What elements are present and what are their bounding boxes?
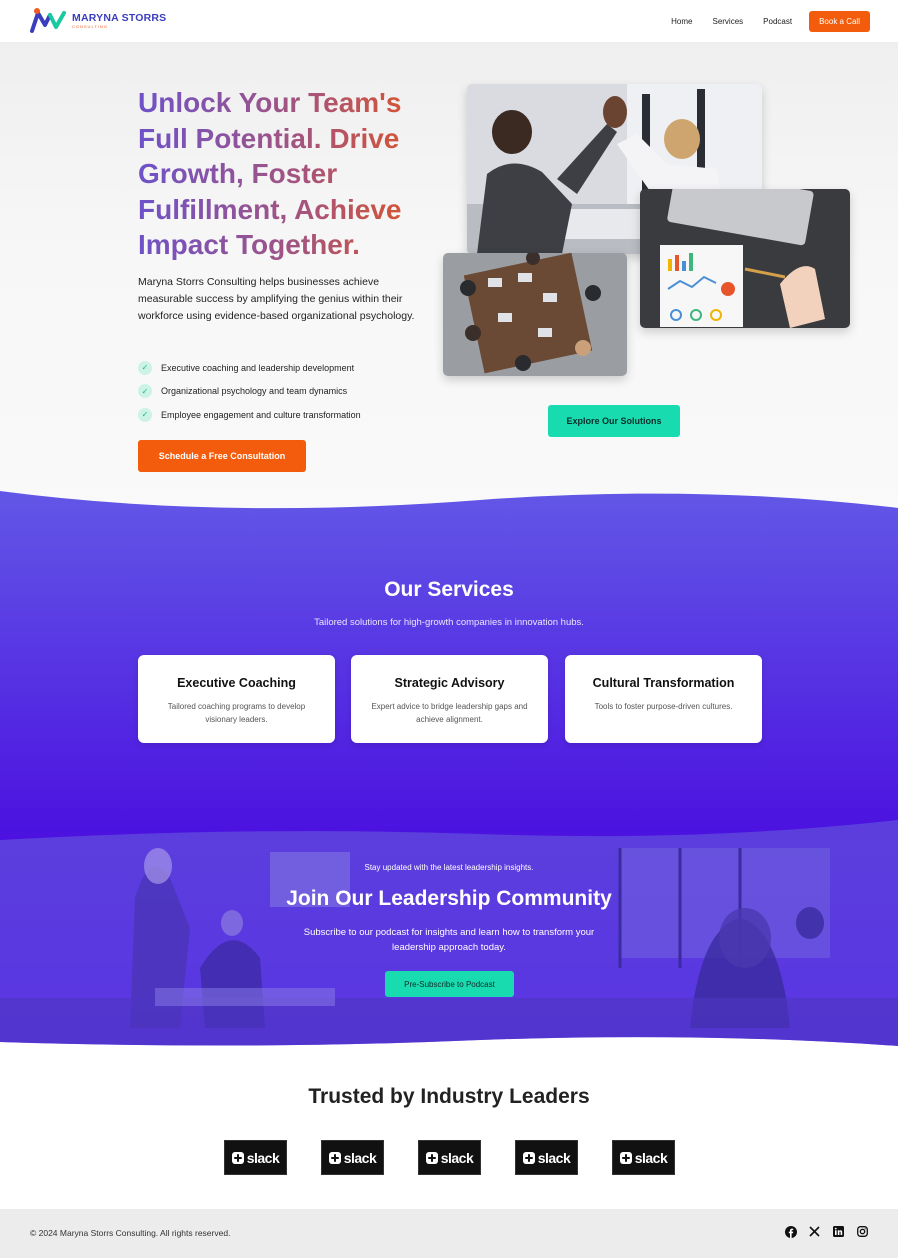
service-card-text: Tools to foster purpose-driven cultures. (594, 702, 733, 711)
feature-label: Organizational psychology and team dynam… (161, 386, 348, 397)
slack-logo: slack (515, 1140, 578, 1175)
partner-logos: slack slack slack slack slack (224, 1140, 675, 1175)
book-a-call-button[interactable]: Book a Call (809, 11, 870, 32)
community-section: Stay updated with the latest leadership … (0, 818, 898, 1048)
slack-icon (425, 1151, 438, 1164)
service-card-title: Cultural Transformation (592, 676, 735, 690)
service-card-text: Expert advice to bridge leadership gaps … (371, 702, 528, 724)
social-links (784, 1225, 869, 1238)
service-card-strategic-advisory[interactable]: Strategic Advisory Expert advice to brid… (351, 655, 548, 743)
logo-mark-icon (30, 8, 66, 33)
slack-wordmark: slack (343, 1149, 377, 1166)
feature-label: Executive coaching and leadership develo… (161, 362, 355, 373)
feature-list: ✓ Executive coaching and leadership devel… (138, 356, 361, 427)
facebook-icon[interactable] (784, 1225, 797, 1238)
service-card-text: Tailored coaching programs to develop vi… (167, 702, 306, 724)
service-card-cultural-transformation[interactable]: Cultural Transformation Tools to foster … (565, 655, 762, 743)
check-icon: ✓ (138, 384, 152, 399)
linkedin-icon[interactable] (832, 1225, 845, 1238)
feature-item: ✓ Organizational psychology and team dyna… (138, 380, 361, 404)
services-title: Our Services (384, 578, 514, 601)
slack-icon (231, 1151, 244, 1164)
community-title: Join Our Leadership Community (286, 887, 612, 910)
site-footer: © 2024 Maryna Storrs Consulting. All rig… (0, 1209, 898, 1258)
slack-wordmark: slack (634, 1149, 668, 1166)
hero-photo-meeting-table (443, 253, 627, 376)
nav-link-podcast[interactable]: Podcast (763, 17, 792, 26)
nav-link-services[interactable]: Services (712, 17, 743, 26)
x-icon[interactable] (808, 1225, 821, 1238)
slack-wordmark: slack (537, 1149, 571, 1166)
main-nav: Home Services Podcast Book a Call (651, 11, 870, 32)
hero-section: Unlock Your Team's Full Potential. Drive… (0, 43, 898, 563)
slack-wordmark: slack (440, 1149, 474, 1166)
services-subtitle: Tailored solutions for high-growth compa… (314, 617, 584, 628)
feature-item: ✓ Executive coaching and leadership devel… (138, 356, 361, 380)
services-section: Our Services Tailored solutions for high… (0, 488, 898, 848)
slack-logo: slack (612, 1140, 675, 1175)
slack-logo: slack (418, 1140, 481, 1175)
slack-icon (328, 1151, 341, 1164)
hero-photo-charts (640, 189, 850, 328)
feature-item: ✓ Employee engagement and culture transfo… (138, 403, 361, 427)
service-card-title: Strategic Advisory (394, 676, 505, 690)
pre-subscribe-podcast-button[interactable]: Pre-Subscribe to Podcast (385, 971, 514, 997)
slack-icon (522, 1151, 535, 1164)
check-icon: ✓ (138, 360, 152, 375)
page: MARYNA STORRS CONSULTING Home Services P… (0, 0, 898, 1258)
slack-wordmark: slack (246, 1149, 280, 1166)
brand-subtitle: CONSULTING (72, 23, 108, 29)
service-card-executive-coaching[interactable]: Executive Coaching Tailored coaching pro… (138, 655, 335, 743)
slack-icon (619, 1151, 632, 1164)
community-description: Subscribe to our podcast for insights an… (303, 927, 595, 953)
slack-logo: slack (224, 1140, 287, 1175)
instagram-icon[interactable] (856, 1225, 869, 1238)
community-kicker: Stay updated with the latest leadership … (364, 863, 534, 872)
brand-logo[interactable]: MARYNA STORRS CONSULTING (30, 7, 166, 35)
site-header: MARYNA STORRS CONSULTING Home Services P… (0, 0, 898, 43)
hero-title: Unlock Your Team's Full Potential. Drive… (138, 85, 438, 263)
hero-description: Maryna Storrs Consulting helps businesse… (138, 276, 415, 322)
explore-solutions-button[interactable]: Explore Our Solutions (548, 405, 680, 437)
check-icon: ✓ (138, 407, 152, 422)
trusted-title: Trusted by Industry Leaders (308, 1085, 590, 1108)
copyright-text: © 2024 Maryna Storrs Consulting. All rig… (30, 1228, 231, 1238)
schedule-consultation-button[interactable]: Schedule a Free Consultation (138, 440, 306, 472)
brand-name: MARYNA STORRS (72, 12, 167, 25)
slack-logo: slack (321, 1140, 384, 1175)
service-card-title: Executive Coaching (177, 676, 296, 690)
feature-label: Employee engagement and culture transfor… (161, 409, 361, 420)
nav-link-home[interactable]: Home (671, 17, 692, 26)
